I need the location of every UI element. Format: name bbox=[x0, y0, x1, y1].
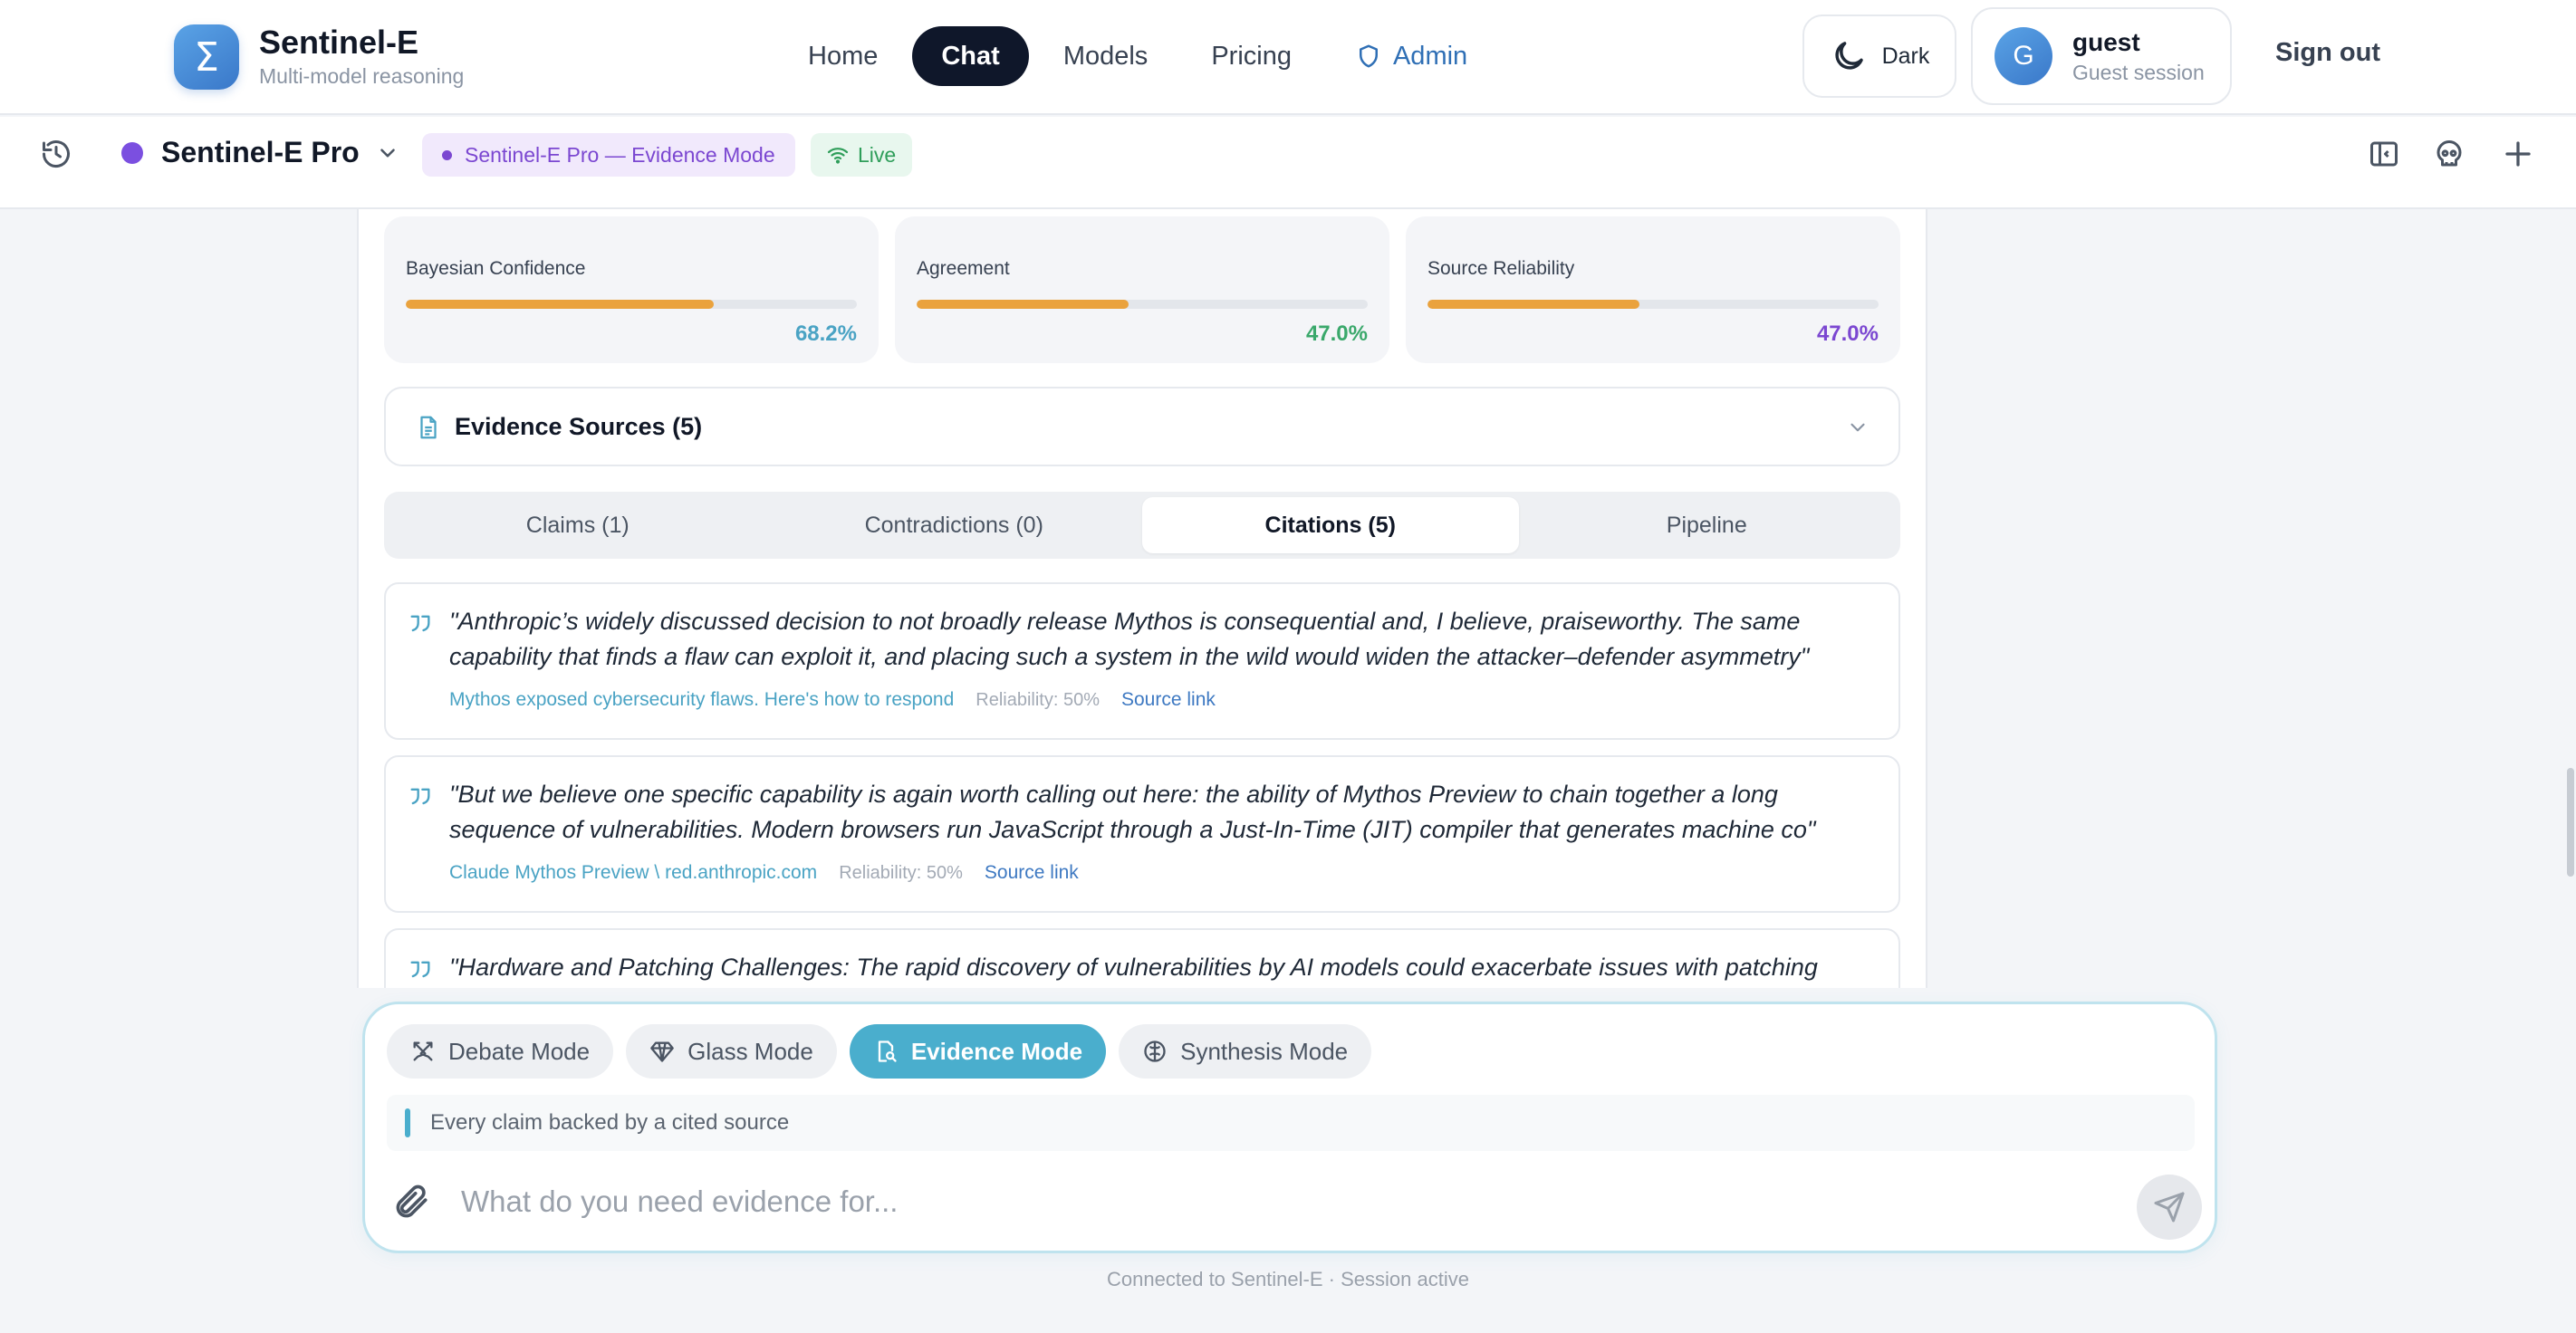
send-button[interactable] bbox=[2137, 1175, 2202, 1240]
mode-description-accent bbox=[405, 1108, 410, 1137]
top-navigation: Σ Sentinel-E Multi-model reasoning Home … bbox=[0, 0, 2576, 115]
nav-admin[interactable]: Admin bbox=[1326, 26, 1496, 86]
metric-agreement: Agreement 47.0% bbox=[895, 216, 1389, 363]
citation-card: "Anthropic’s widely discussed decision t… bbox=[384, 582, 1900, 740]
swords-icon bbox=[413, 1041, 433, 1061]
user-name: guest bbox=[2072, 28, 2140, 56]
chevron-down-icon bbox=[380, 148, 395, 158]
sigma-logo-icon: Σ bbox=[174, 24, 239, 90]
mode-badge-label: Sentinel-E Pro — Evidence Mode bbox=[465, 142, 775, 167]
live-badge: Live bbox=[811, 133, 913, 177]
mode-description-text: Every claim backed by a cited source bbox=[430, 1110, 790, 1135]
message-composer: Debate Mode Glass Mode Evidence Mode Syn… bbox=[362, 1002, 2217, 1253]
model-selector[interactable]: Sentinel-E Pro bbox=[121, 136, 399, 169]
document-search-icon bbox=[878, 1041, 897, 1062]
shield-icon bbox=[1359, 44, 1378, 68]
brand-subtitle: Multi-model reasoning bbox=[259, 64, 465, 88]
citation-quote: "Anthropic’s widely discussed decision t… bbox=[449, 608, 1810, 670]
moon-icon bbox=[1835, 42, 1863, 70]
theme-toggle-button[interactable]: Dark bbox=[1802, 14, 1956, 98]
glass-mode-button[interactable]: Glass Mode bbox=[626, 1024, 837, 1079]
debate-mode-label: Debate Mode bbox=[448, 1037, 591, 1065]
sign-out-button[interactable]: Sign out bbox=[2275, 38, 2380, 68]
avatar: G bbox=[1994, 27, 2052, 85]
metric-label: Source Reliability bbox=[1427, 258, 1575, 279]
nav-home[interactable]: Home bbox=[779, 26, 907, 86]
nav-models[interactable]: Models bbox=[1034, 26, 1177, 86]
evidence-mode-button[interactable]: Evidence Mode bbox=[849, 1024, 1107, 1079]
evidence-results-panel[interactable]: Bayesian Confidence 68.2% Agreement 47.0… bbox=[357, 209, 1927, 988]
nav-links: Home Chat Models Pricing Admin bbox=[779, 26, 1502, 86]
brand[interactable]: Σ Sentinel-E Multi-model reasoning bbox=[174, 24, 464, 91]
metric-value: 68.2% bbox=[794, 321, 857, 346]
skull-icon[interactable] bbox=[2433, 138, 2465, 170]
sidebar-toggle-icon[interactable] bbox=[2368, 138, 2400, 170]
citation-source-link[interactable]: Source link bbox=[1121, 689, 1216, 711]
tab-claims[interactable]: Claims (1) bbox=[389, 497, 766, 553]
synthesis-mode-label: Synthesis Mode bbox=[1180, 1037, 1349, 1065]
citation-card: "Hardware and Patching Challenges: The r… bbox=[384, 928, 1900, 988]
prompt-input[interactable] bbox=[461, 1173, 2091, 1231]
metric-progress-track bbox=[1427, 300, 1879, 309]
brain-icon bbox=[1144, 1041, 1166, 1062]
metric-value: 47.0% bbox=[1305, 321, 1368, 346]
nav-chat[interactable]: Chat bbox=[912, 26, 1029, 86]
mode-badge: Sentinel-E Pro — Evidence Mode bbox=[422, 133, 795, 177]
user-card[interactable]: G guest Guest session bbox=[1971, 7, 2232, 105]
send-icon bbox=[2154, 1192, 2185, 1223]
tab-citations[interactable]: Citations (5) bbox=[1142, 497, 1519, 553]
quote-icon bbox=[410, 615, 430, 632]
model-name: Sentinel-E Pro bbox=[161, 136, 360, 168]
user-session: Guest session bbox=[2072, 61, 2205, 84]
citation-quote: "Hardware and Patching Challenges: The r… bbox=[449, 954, 1818, 981]
live-badge-label: Live bbox=[858, 142, 897, 167]
metric-bayesian-confidence: Bayesian Confidence 68.2% bbox=[384, 216, 879, 363]
theme-toggle-label: Dark bbox=[1881, 43, 1930, 69]
metric-progress-fill bbox=[917, 300, 1129, 309]
citation-source-title[interactable]: Claude Mythos Preview \ red.anthropic.co… bbox=[449, 862, 817, 884]
evidence-tabs: Claims (1) Contradictions (0) Citations … bbox=[384, 492, 1900, 559]
plus-icon[interactable] bbox=[2502, 138, 2534, 170]
citation-quote: "But we believe one specific capability … bbox=[449, 781, 1816, 843]
metric-label: Bayesian Confidence bbox=[406, 258, 586, 279]
metric-label: Agreement bbox=[917, 258, 1010, 279]
mode-selector: Debate Mode Glass Mode Evidence Mode Syn… bbox=[387, 1024, 1384, 1079]
metric-source-reliability: Source Reliability 47.0% bbox=[1406, 216, 1900, 363]
metric-progress-track bbox=[917, 300, 1368, 309]
quote-icon bbox=[410, 788, 430, 805]
tab-contradictions[interactable]: Contradictions (0) bbox=[766, 497, 1143, 553]
citation-reliability: Reliability: 50% bbox=[976, 689, 1100, 710]
glass-mode-label: Glass Mode bbox=[687, 1037, 813, 1065]
metric-progress-fill bbox=[1427, 300, 1640, 309]
evidence-sources-title: Evidence Sources (5) bbox=[455, 413, 703, 440]
metric-progress-track bbox=[406, 300, 857, 309]
diamond-icon bbox=[650, 1041, 674, 1062]
history-icon[interactable] bbox=[40, 138, 72, 170]
synthesis-mode-button[interactable]: Synthesis Mode bbox=[1119, 1024, 1372, 1079]
document-icon bbox=[420, 416, 437, 439]
connection-status: Connected to Sentinel-E · Session active bbox=[1107, 1268, 1469, 1290]
chevron-down-icon bbox=[1850, 423, 1865, 432]
brand-name: Sentinel-E bbox=[259, 24, 419, 61]
metric-value: 47.0% bbox=[1816, 321, 1879, 346]
evidence-sources-accordion[interactable]: Evidence Sources (5) bbox=[384, 387, 1900, 466]
citation-card: "But we believe one specific capability … bbox=[384, 755, 1900, 913]
page-scrollbar[interactable] bbox=[2567, 768, 2574, 877]
nav-pricing[interactable]: Pricing bbox=[1182, 26, 1321, 86]
model-status-dot bbox=[121, 141, 143, 164]
paperclip-icon[interactable] bbox=[392, 1182, 432, 1222]
nav-admin-label: Admin bbox=[1392, 41, 1468, 71]
citation-source-link[interactable]: Source link bbox=[985, 862, 1079, 884]
debate-mode-button[interactable]: Debate Mode bbox=[387, 1024, 614, 1079]
evidence-mode-label: Evidence Mode bbox=[910, 1037, 1083, 1065]
citation-source-title[interactable]: Mythos exposed cybersecurity flaws. Here… bbox=[449, 689, 954, 711]
mode-badge-dot bbox=[442, 149, 452, 160]
citation-reliability: Reliability: 50% bbox=[839, 862, 963, 883]
mode-description: Every claim backed by a cited source bbox=[387, 1095, 2195, 1151]
quote-icon bbox=[410, 961, 430, 978]
tab-pipeline[interactable]: Pipeline bbox=[1519, 497, 1896, 553]
wifi-icon bbox=[827, 148, 849, 164]
metric-progress-fill bbox=[406, 300, 714, 309]
